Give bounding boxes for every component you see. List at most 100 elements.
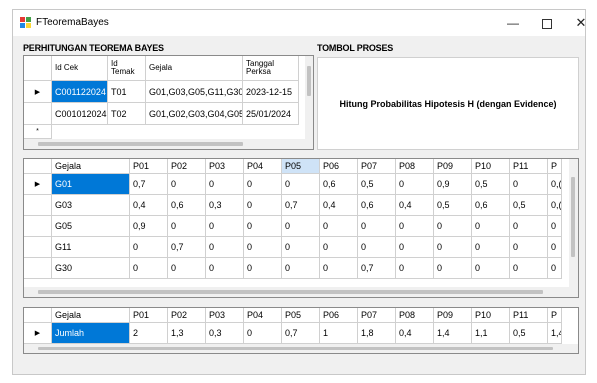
table-cell[interactable]: 0 xyxy=(244,195,282,216)
column-header[interactable]: P10 xyxy=(472,159,510,174)
row-header-cell[interactable]: ▶ xyxy=(24,323,52,344)
minimize-button[interactable]: — xyxy=(496,10,530,36)
table-cell[interactable]: 1,3 xyxy=(168,323,206,344)
table-cell[interactable]: 0 xyxy=(282,237,320,258)
table-cell[interactable]: 0 xyxy=(282,216,320,237)
table-cell[interactable]: 0,5 xyxy=(472,174,510,195)
table-row[interactable]: G11 0 0,7 0 0 0 0 0 0 0 0 0 0 xyxy=(24,237,569,258)
column-header[interactable]: P xyxy=(548,159,562,174)
column-header[interactable]: Gejala xyxy=(146,56,243,81)
table-cell[interactable]: 0 xyxy=(434,258,472,279)
table-cell[interactable]: 0,6 xyxy=(168,195,206,216)
table-cell[interactable]: 0 xyxy=(396,216,434,237)
table-cell[interactable]: 0 xyxy=(358,237,396,258)
table-cell[interactable]: 1 xyxy=(320,323,358,344)
table-cell[interactable]: 0 xyxy=(206,216,244,237)
horizontal-scroll-thumb[interactable] xyxy=(38,290,543,294)
column-header[interactable]: P05 xyxy=(282,308,320,323)
table-cell[interactable]: 0,9 xyxy=(434,174,472,195)
jumlah-grid[interactable]: Gejala P01 P02 P03 P04 P05 P06 P07 P08 P09 P10 P11 P… xyxy=(23,307,579,354)
table-cell[interactable]: 0 xyxy=(472,237,510,258)
maximize-button[interactable] xyxy=(530,10,564,36)
column-header[interactable]: P01 xyxy=(130,308,168,323)
table-cell[interactable]: 0 xyxy=(472,258,510,279)
table-cell[interactable]: 0 xyxy=(510,258,548,279)
vertical-scroll-thumb[interactable] xyxy=(571,177,575,257)
new-row[interactable]: * xyxy=(24,125,305,139)
table-cell[interactable]: C001012024 xyxy=(52,103,108,125)
table-cell[interactable]: 25/01/2024 xyxy=(243,103,299,125)
table-cell[interactable]: C001122024 xyxy=(52,81,108,103)
table-cell[interactable]: 0 xyxy=(130,237,168,258)
column-header[interactable]: Gejala xyxy=(52,308,130,323)
horizontal-scrollbar[interactable] xyxy=(24,287,569,297)
table-cell[interactable]: G01,G02,G03,G04,G05 xyxy=(146,103,243,125)
cek-data-grid[interactable]: Id Cek Id Temak Gejala Tanggal Perksa ▶ C001122… xyxy=(23,55,314,150)
table-cell[interactable]: 0,5 xyxy=(434,195,472,216)
column-header[interactable]: Gejala xyxy=(52,159,130,174)
table-cell[interactable]: 0,6 xyxy=(472,195,510,216)
hitung-probabilitas-button[interactable]: Hitung Probabilitas Hipotesis H (dengan … xyxy=(317,57,579,150)
table-cell[interactable]: 0,4 xyxy=(320,195,358,216)
table-row[interactable]: G30 0 0 0 0 0 0 0,7 0 0 0 0 0 xyxy=(24,258,569,279)
table-cell[interactable]: 0,6 xyxy=(320,174,358,195)
table-cell[interactable]: 0 xyxy=(130,258,168,279)
column-header[interactable]: P03 xyxy=(206,159,244,174)
table-cell[interactable]: T02 xyxy=(108,103,146,125)
table-cell[interactable]: 0 xyxy=(282,258,320,279)
table-cell[interactable]: 0 xyxy=(548,237,562,258)
row-header-cell[interactable] xyxy=(24,237,52,258)
table-cell[interactable]: 0 xyxy=(396,237,434,258)
row-header-cell[interactable] xyxy=(24,103,52,125)
column-header[interactable]: Id Cek xyxy=(52,56,108,81)
column-header[interactable]: P09 xyxy=(434,308,472,323)
column-header[interactable]: P10 xyxy=(472,308,510,323)
row-header-cell[interactable]: ▶ xyxy=(24,81,52,103)
column-header[interactable]: P04 xyxy=(244,159,282,174)
table-cell[interactable]: 0 xyxy=(396,174,434,195)
table-row[interactable]: ▶Jumlah21,30,300,711,80,41,41,10,51,4 xyxy=(24,323,578,344)
table-cell[interactable]: 0,3 xyxy=(206,323,244,344)
table-cell[interactable]: G01 xyxy=(52,174,130,195)
table-cell[interactable]: 0 xyxy=(168,258,206,279)
table-cell[interactable]: 0,( xyxy=(548,174,562,195)
row-header-cell[interactable]: ▶ xyxy=(24,174,52,195)
table-row[interactable]: ▶ C001122024 T01 G01,G03,G05,G11,G30 2023-12… xyxy=(24,81,305,103)
table-cell[interactable]: 0 xyxy=(244,258,282,279)
table-cell[interactable]: 0 xyxy=(510,216,548,237)
table-cell[interactable]: 0 xyxy=(510,174,548,195)
table-cell[interactable]: 0 xyxy=(548,216,562,237)
table-cell[interactable]: 0,4 xyxy=(396,195,434,216)
table-row[interactable]: G03 0,4 0,6 0,3 0 0,7 0,4 0,6 0,4 0,5 0,6 0,5 0,( xyxy=(24,195,569,216)
table-cell[interactable]: G03 xyxy=(52,195,130,216)
table-cell[interactable]: 0 xyxy=(244,216,282,237)
table-cell[interactable]: T01 xyxy=(108,81,146,103)
column-header[interactable]: P xyxy=(548,308,562,323)
table-cell[interactable]: 0,3 xyxy=(206,195,244,216)
table-cell[interactable]: 0 xyxy=(320,237,358,258)
table-cell[interactable]: 0 xyxy=(282,174,320,195)
table-cell[interactable]: 0 xyxy=(396,258,434,279)
close-button[interactable]: ✕ xyxy=(564,10,597,36)
column-header[interactable]: P04 xyxy=(244,308,282,323)
row-header-cell[interactable] xyxy=(24,216,52,237)
table-cell[interactable]: Jumlah xyxy=(52,323,130,344)
table-cell[interactable]: 0 xyxy=(244,237,282,258)
table-cell[interactable]: 2023-12-15 xyxy=(243,81,299,103)
column-header[interactable]: P06 xyxy=(320,159,358,174)
table-cell[interactable]: 0 xyxy=(206,258,244,279)
row-header-cell[interactable] xyxy=(24,195,52,216)
table-cell[interactable]: 0 xyxy=(472,216,510,237)
table-cell[interactable]: 0,7 xyxy=(358,258,396,279)
column-header[interactable]: P07 xyxy=(358,159,396,174)
column-header[interactable]: Tanggal Perksa xyxy=(243,56,299,81)
table-cell[interactable]: 0 xyxy=(510,237,548,258)
horizontal-scrollbar[interactable] xyxy=(24,139,305,149)
table-cell[interactable]: 1,4 xyxy=(434,323,472,344)
table-cell[interactable]: 0,5 xyxy=(358,174,396,195)
table-cell[interactable]: 0 xyxy=(548,258,562,279)
table-cell[interactable]: 0,5 xyxy=(510,195,548,216)
vertical-scrollbar[interactable] xyxy=(305,56,313,149)
column-header[interactable]: P09 xyxy=(434,159,472,174)
table-cell[interactable]: 0 xyxy=(206,237,244,258)
